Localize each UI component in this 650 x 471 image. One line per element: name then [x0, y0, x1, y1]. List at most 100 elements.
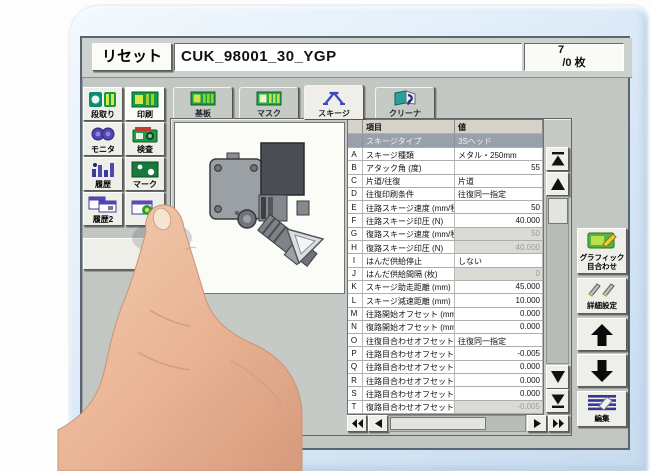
table-row[interactable]: N復路開始オフセット (mm)0.000: [348, 321, 543, 334]
row-key: L: [348, 294, 363, 306]
table-row[interactable]: F往路スキージ印圧 (N)40.000: [348, 214, 543, 227]
squeegee-icon: [321, 90, 347, 109]
scroll-down-icon: [550, 370, 566, 384]
row-key: I: [348, 254, 363, 266]
row-key: P: [348, 347, 363, 359]
row-value: 50: [455, 228, 543, 240]
hscroll-left-button[interactable]: [368, 415, 388, 432]
vertical-scroll-thumb[interactable]: [548, 198, 568, 224]
table-row[interactable]: Kスキージ助走距離 (mm)45.000: [348, 281, 543, 294]
edit-icon: [587, 394, 617, 414]
row-key: A: [348, 148, 363, 160]
row-item-label: スキージ減速距離 (mm): [363, 294, 455, 306]
move-down-button[interactable]: [577, 354, 627, 387]
print-icon: [126, 88, 164, 110]
edit-button[interactable]: 編集: [577, 391, 627, 427]
table-row[interactable]: Jはんだ供給間隔 (枚)0: [348, 268, 543, 281]
row-key: R: [348, 374, 363, 386]
table-row[interactable]: S往路目合わせオフセット R0.000: [348, 387, 543, 400]
table-row[interactable]: E往路スキージ速度 (mm/秒)50: [348, 201, 543, 214]
row-key: Q: [348, 361, 363, 373]
row-value: 片道: [455, 175, 543, 187]
table-row[interactable]: G復路スキージ速度 (mm/秒)50: [348, 228, 543, 241]
horizontal-scroll-thumb[interactable]: [390, 417, 486, 430]
table-row[interactable]: Q往路目合わせオフセット Y0.000: [348, 361, 543, 374]
tab-cleaner[interactable]: クリーナ: [375, 87, 435, 120]
hscroll-home-button[interactable]: [347, 415, 367, 432]
left-icon: [374, 418, 383, 429]
table-row[interactable]: T復路目合わせオフセット X-0.005: [348, 401, 543, 414]
type-row[interactable]: スキージタイプ 3Sヘッド: [348, 134, 543, 148]
detail-settings-button[interactable]: 詳細設定: [577, 278, 627, 314]
sidebar-item-monitor[interactable]: モニタ: [83, 122, 123, 156]
sidebar-item-setup[interactable]: 段取り: [83, 87, 123, 121]
sidebar-item-pressed[interactable]: [125, 192, 165, 226]
scroll-down-button[interactable]: [546, 365, 569, 389]
scroll-top-button[interactable]: [546, 147, 569, 171]
window-tool-icon: [126, 193, 164, 224]
setup-icon: [84, 88, 122, 110]
table-row[interactable]: C片道/往復片道: [348, 175, 543, 188]
row-value: しない: [455, 254, 543, 266]
row-value: -0.005: [455, 347, 543, 359]
tab-board[interactable]: 基板: [173, 87, 233, 120]
double-right-icon: [552, 418, 565, 429]
sidebar-item-inspect[interactable]: 検査: [125, 122, 165, 156]
row-item-label: 復路開始オフセット (mm): [363, 321, 455, 333]
camera-icon: [126, 123, 164, 145]
table-header: 項目 値: [348, 120, 543, 134]
row-value: 0.000: [455, 308, 543, 320]
scroll-up-button[interactable]: [546, 172, 569, 196]
scroll-up-icon: [550, 177, 566, 191]
machine-illustration: [175, 123, 344, 293]
table-row[interactable]: Bアタック角 (度)55: [348, 161, 543, 174]
row-item-label: 往路スキージ速度 (mm/秒): [363, 201, 455, 213]
param-table-body: Aスキージ種類メタル・250mmBアタック角 (度)55C片道/往復片道D往復印…: [348, 148, 543, 414]
row-value: 0: [455, 268, 543, 280]
hscroll-end-button[interactable]: [548, 415, 569, 432]
sidebar-item-label: 検査: [137, 145, 153, 154]
row-key: F: [348, 214, 363, 226]
table-row[interactable]: R往路目合わせオフセット Z0.000: [348, 374, 543, 387]
graphic-align-button[interactable]: グラフィック 目合わせ: [577, 228, 627, 274]
head-preview-panel: [174, 122, 345, 294]
table-row[interactable]: D往復印刷条件往復同一指定: [348, 188, 543, 201]
row-key: O: [348, 334, 363, 346]
move-up-button[interactable]: [577, 318, 627, 351]
tab-mask[interactable]: マスク: [239, 87, 299, 120]
row-item-label: アタック角 (度): [363, 161, 455, 173]
row-key: H: [348, 241, 363, 253]
reset-button[interactable]: リセット: [92, 43, 172, 71]
sidebar-item-mark[interactable]: マーク: [125, 157, 165, 191]
row-item-label: スキージタイプ: [363, 134, 455, 147]
row-item-label: 往路目合わせオフセット R: [363, 387, 455, 399]
table-row[interactable]: Lスキージ減速距離 (mm)10.000: [348, 294, 543, 307]
scroll-bottom-button[interactable]: [546, 389, 569, 413]
edit-label: 編集: [595, 415, 610, 424]
sidebar-item-label: 履歴2: [93, 215, 113, 224]
sidebar-item-history2[interactable]: 履歴2: [83, 192, 123, 226]
table-row[interactable]: O往復目合わせオフセット往復同一指定: [348, 334, 543, 347]
windows-icon: [84, 193, 122, 215]
table-row[interactable]: P往路目合わせオフセット X-0.005: [348, 347, 543, 360]
tab-squeegee[interactable]: スキージ: [304, 85, 364, 120]
table-row[interactable]: Iはんだ供給停止しない: [348, 254, 543, 267]
tab-label: スキージ: [318, 109, 350, 119]
hscroll-right-button[interactable]: [527, 415, 547, 432]
table-row[interactable]: H復路スキージ印圧 (N)40.000: [348, 241, 543, 254]
table-row[interactable]: M往路開始オフセット (mm)0.000: [348, 308, 543, 321]
row-value: メタル・250mm: [455, 148, 543, 160]
row-item-label: 復路スキージ印圧 (N): [363, 241, 455, 253]
save-data-button[interactable]: 保存: [83, 238, 166, 270]
sidebar-item-history[interactable]: 履歴: [83, 157, 123, 191]
sidebar-item-print[interactable]: 印刷: [125, 87, 165, 121]
header-value: 値: [455, 120, 543, 133]
table-row[interactable]: Aスキージ種類メタル・250mm: [348, 148, 543, 161]
cleaner-icon: [392, 90, 418, 109]
row-key: J: [348, 268, 363, 280]
sidebar-item-label: 段取り: [91, 110, 115, 119]
row-value: 0.000: [455, 387, 543, 399]
detail-settings-icon: [587, 282, 617, 301]
mark-icon: [126, 158, 164, 180]
row-value: 40.000: [455, 214, 543, 226]
